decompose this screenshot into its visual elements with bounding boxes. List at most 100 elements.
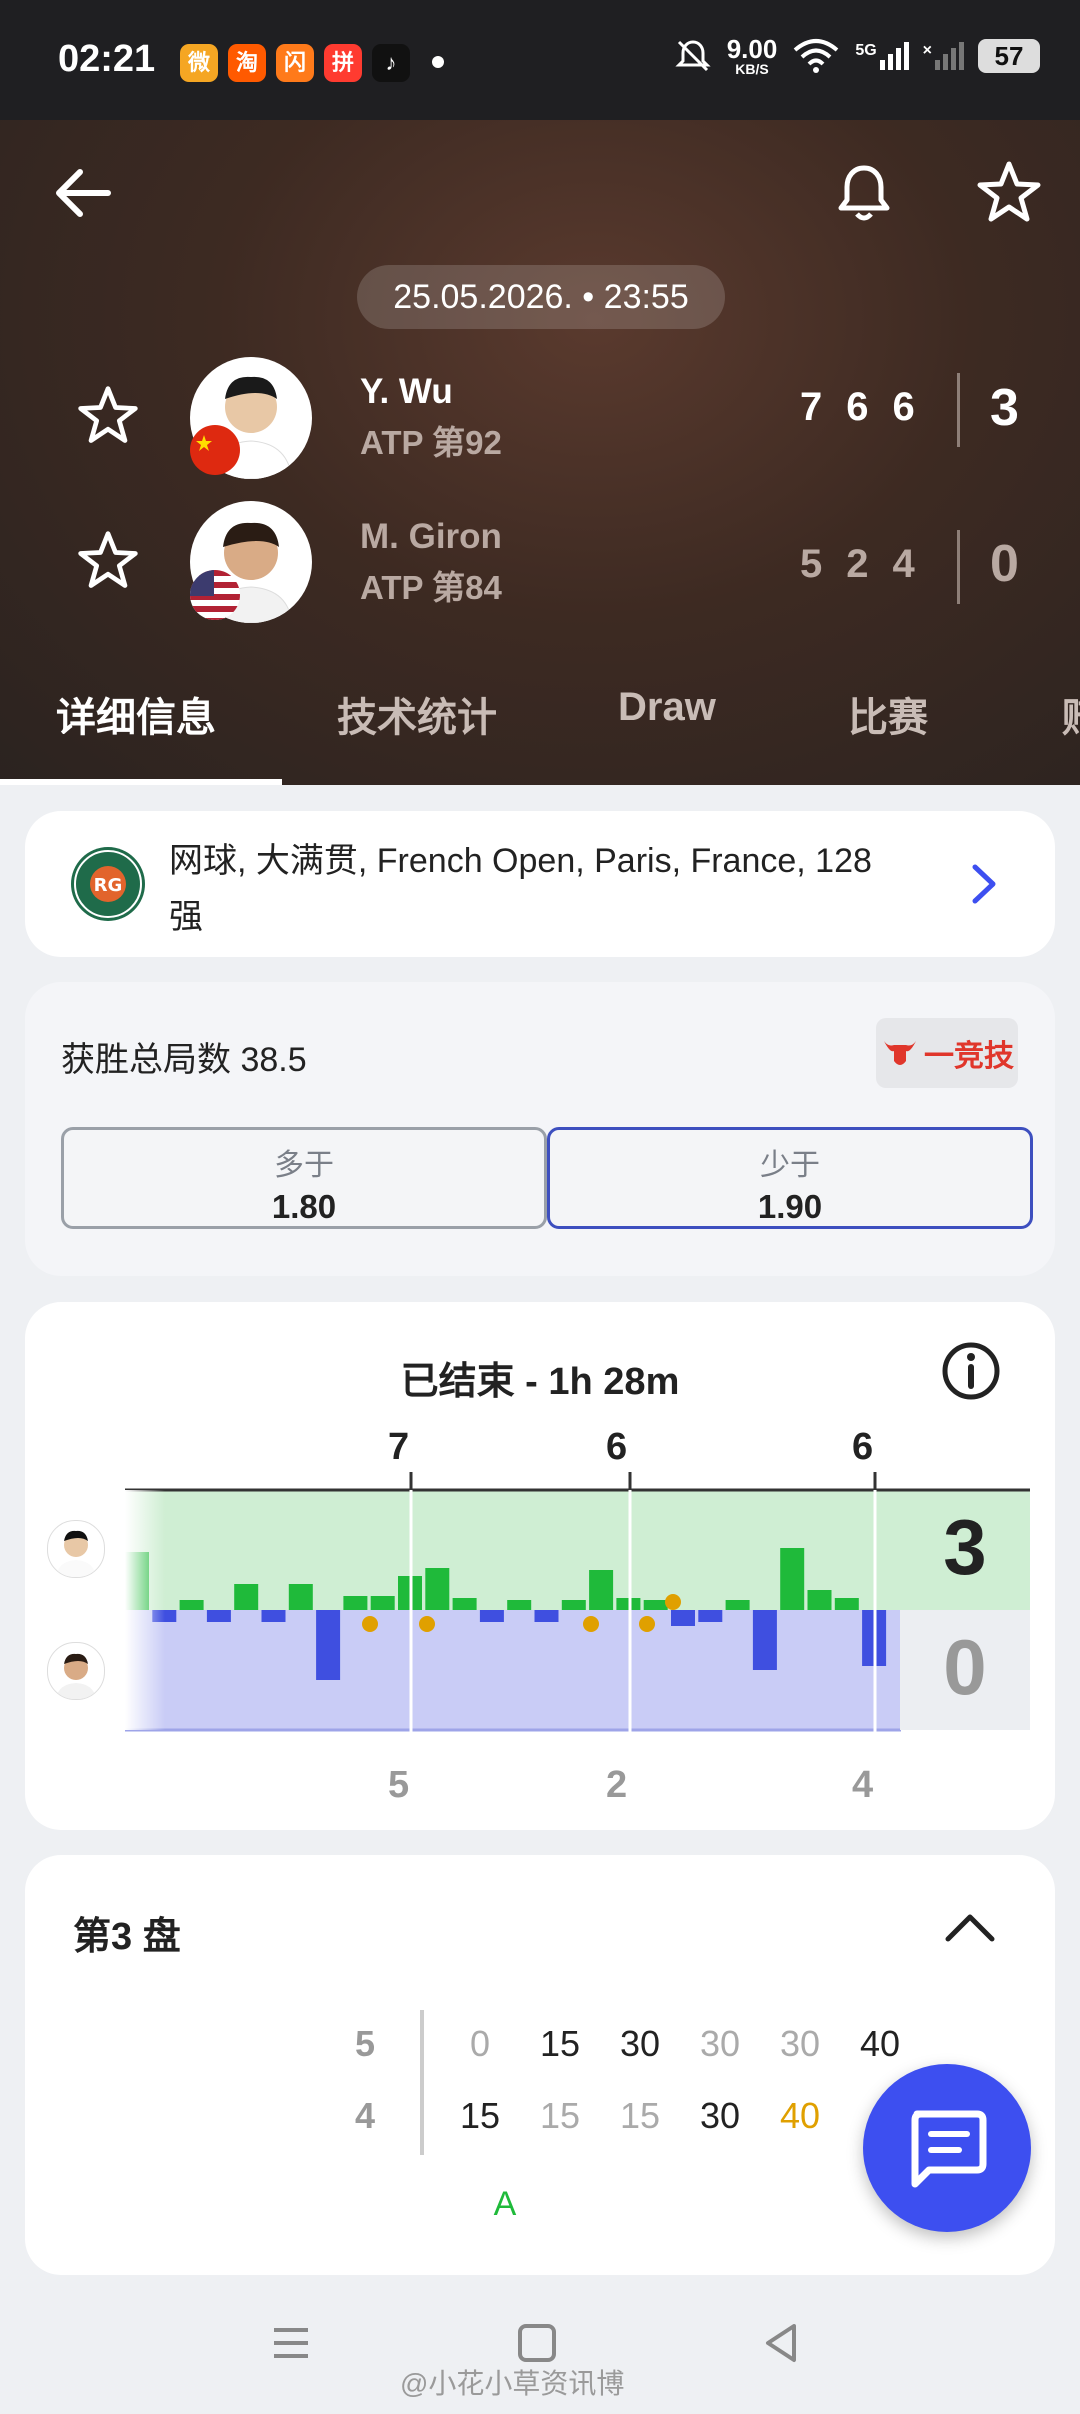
wifi-icon <box>794 39 839 73</box>
momentum-bar <box>452 1598 477 1610</box>
bell-icon[interactable] <box>829 158 899 228</box>
over-odds-button[interactable]: 多于 1.80 <box>61 1127 547 1229</box>
signal-2-icon: × <box>923 42 964 70</box>
momentum-bar <box>425 1568 450 1610</box>
set-score: 6 <box>892 385 917 429</box>
status-time: 02:21 <box>58 38 156 80</box>
tab-matches[interactable]: 比赛 <box>848 685 928 743</box>
set-score: 6 <box>846 385 871 429</box>
point: 30 <box>699 2095 741 2136</box>
momentum-bar <box>807 1590 832 1610</box>
set-score: 4 <box>892 542 917 586</box>
momentum-bar <box>261 1610 286 1622</box>
favorite-player-star-icon[interactable] <box>75 383 141 449</box>
momentum-bar <box>370 1596 395 1610</box>
point: 15 <box>619 2095 661 2136</box>
break-point-ball-icon <box>639 1616 655 1632</box>
momentum-bar <box>179 1600 204 1610</box>
break-point-ball-icon <box>665 1594 681 1610</box>
odds-card: 获胜总局数 38.5 一竞技 多于 1.80 少于 1.90 <box>25 982 1055 1276</box>
break-point-ball-icon <box>419 1616 435 1632</box>
momentum-bar <box>834 1598 859 1610</box>
china-flag-icon <box>190 425 240 475</box>
break-point-ball-icon <box>583 1616 599 1632</box>
momentum-bar <box>316 1610 341 1680</box>
taobao-app-icon: 淘 <box>228 44 266 82</box>
tournament-info: 网球, 大满贯, French Open, Paris, France, 128… <box>169 842 872 936</box>
menu-icon[interactable] <box>268 2320 314 2366</box>
player-rank: ATP 第92 <box>360 424 502 461</box>
point-marker: A <box>493 2185 517 2223</box>
battery-icon: 57 <box>978 39 1040 73</box>
svg-text:RG: RG <box>94 875 123 896</box>
game-score: 5 <box>355 2023 376 2064</box>
player-name[interactable]: Y. Wu <box>360 372 453 412</box>
set-score: 7 <box>800 385 825 429</box>
set-score: 2 <box>846 542 871 586</box>
momentum-bar <box>534 1610 559 1622</box>
match-datetime: 25.05.2026. • 23:55 <box>357 265 725 329</box>
tiktok-app-icon: ♪ <box>372 44 410 82</box>
chevron-up-icon[interactable] <box>940 1905 1000 1949</box>
momentum-bar <box>752 1610 777 1670</box>
tab-odds[interactable]: 赔 <box>1062 685 1080 743</box>
net-speed: 9.00 KB/S <box>726 34 778 77</box>
point: 30 <box>619 2023 661 2064</box>
back-icon[interactable] <box>758 2320 804 2366</box>
back-arrow-icon[interactable] <box>48 158 118 228</box>
divider <box>420 2010 424 2155</box>
player-name[interactable]: M. Giron <box>360 517 502 557</box>
break-point-ball-icon <box>362 1616 378 1632</box>
weibo-app-icon: 微 <box>180 44 218 82</box>
momentum-bar <box>780 1548 805 1610</box>
point: 40 <box>859 2023 901 2064</box>
momentum-bar <box>288 1584 313 1610</box>
points-row: 0 15 30 30 30 40 <box>440 2023 920 2065</box>
player-rank: ATP 第84 <box>360 569 502 606</box>
mute-icon <box>675 40 711 72</box>
player-sets-won: 0 <box>990 535 1019 593</box>
points-row: 15 15 15 30 40 <box>440 2095 840 2137</box>
under-odds-button[interactable]: 少于 1.90 <box>547 1127 1033 1229</box>
momentum-bar <box>561 1600 586 1610</box>
match-header: 25.05.2026. • 23:55 Y. Wu ATP 第92 766 3 … <box>0 120 1080 785</box>
tournament-card[interactable]: RG 网球, 大满贯, French Open, Paris, France, … <box>25 811 1055 957</box>
tab-details[interactable]: 详细信息 <box>56 685 216 743</box>
momentum-bar <box>206 1610 231 1622</box>
score-divider <box>957 530 960 604</box>
chat-fab-button[interactable] <box>863 2064 1031 2232</box>
momentum-card: 已结束 - 1h 28m 7 6 6 5 2 4 3 0 <box>25 1302 1055 1830</box>
sets-won-bottom: 0 <box>943 1623 987 1711</box>
chevron-right-icon[interactable] <box>963 861 1003 907</box>
point: 40 <box>779 2095 821 2136</box>
tab-draw[interactable]: Draw <box>618 685 716 730</box>
point: 15 <box>539 2095 581 2136</box>
pinduoduo-app-icon: 拼 <box>324 44 362 82</box>
point: 0 <box>469 2023 491 2064</box>
momentum-bar <box>643 1600 668 1610</box>
point: 15 <box>459 2095 501 2136</box>
momentum-bar <box>725 1600 750 1610</box>
bull-icon <box>884 1041 916 1065</box>
favorite-match-star-icon[interactable] <box>974 158 1044 228</box>
favorite-player-star-icon[interactable] <box>75 528 141 594</box>
sets-won-top: 3 <box>943 1503 987 1591</box>
usa-flag-icon <box>190 570 240 620</box>
odds-title: 获胜总局数 38.5 <box>61 1041 307 1079</box>
system-nav-bar: @小花小草资讯博 <box>0 2290 1080 2414</box>
momentum-bar <box>234 1584 259 1610</box>
home-icon[interactable] <box>514 2320 560 2366</box>
score-divider <box>957 373 960 447</box>
game-score: 4 <box>355 2095 376 2136</box>
player-set-scores: 524 <box>800 542 917 587</box>
watermark: @小花小草资讯博 <box>400 2368 625 2399</box>
momentum-bar <box>698 1610 723 1622</box>
tab-indicator <box>0 779 282 785</box>
point: 30 <box>699 2023 741 2064</box>
momentum-bar <box>616 1598 641 1610</box>
momentum-bar <box>507 1600 532 1610</box>
more-notifications-dot <box>432 56 444 68</box>
bookmaker-logo[interactable]: 一竞技 <box>876 1018 1018 1088</box>
set-score: 5 <box>800 542 825 586</box>
tab-statistics[interactable]: 技术统计 <box>337 685 497 743</box>
